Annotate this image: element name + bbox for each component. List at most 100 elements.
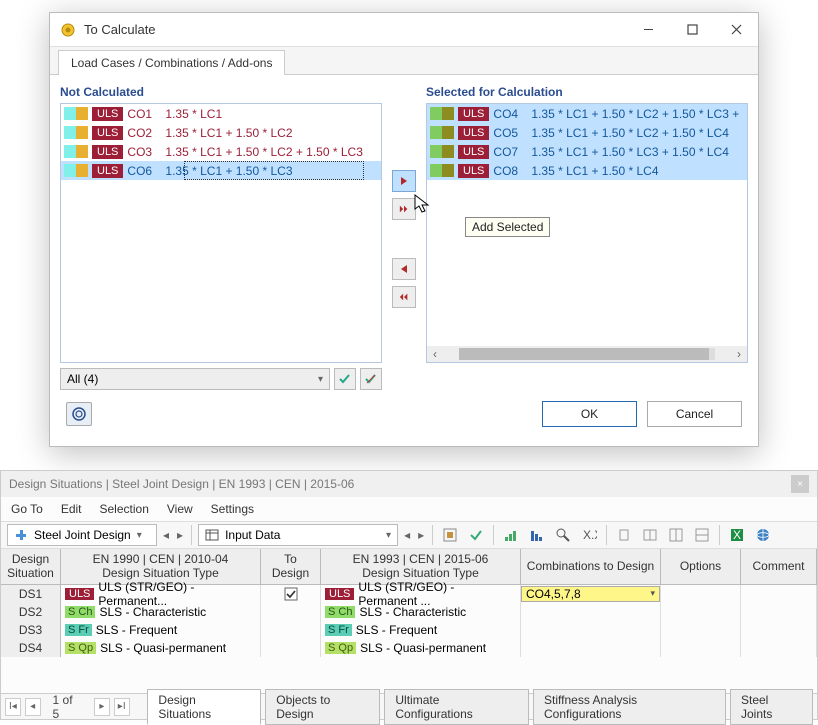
cell-options[interactable]	[661, 621, 741, 639]
menu-settings[interactable]: Settings	[211, 502, 254, 516]
list-item[interactable]: ULS CO8 1.35 * LC1 + 1.50 * LC4	[427, 161, 747, 180]
cell-options[interactable]	[661, 639, 741, 657]
color-chip-icon	[76, 164, 88, 177]
cell-dst2[interactable]: S ChSLS - Characteristic	[321, 603, 521, 621]
design-type-dropdown[interactable]: Steel Joint Design ▾	[7, 524, 157, 546]
tab-stiffness-configurations[interactable]: Stiffness Analysis Configurations	[533, 689, 726, 725]
select-inverse-button[interactable]	[360, 368, 382, 390]
cell-combinations[interactable]: CO4,5,7,8▾	[521, 585, 661, 603]
cell-dst1[interactable]: S ChSLS - Characteristic	[61, 603, 261, 621]
list-item[interactable]: ULS CO5 1.35 * LC1 + 1.50 * LC2 + 1.50 *…	[427, 123, 747, 142]
tool-button[interactable]	[465, 524, 487, 546]
select-all-button[interactable]	[334, 368, 356, 390]
horizontal-scrollbar[interactable]: ‹ ›	[427, 346, 747, 362]
cell-to-design[interactable]	[261, 585, 321, 603]
cell-dst1[interactable]: ULSULS (STR/GEO) - Permanent...	[61, 585, 261, 603]
help-button[interactable]	[66, 402, 92, 426]
scrollbar-thumb[interactable]	[459, 348, 709, 360]
list-item[interactable]: ULS CO6 1.35 * LC1 + 1.50 * LC3	[61, 161, 381, 180]
scroll-left-icon[interactable]: ‹	[427, 347, 443, 361]
close-button[interactable]	[714, 13, 758, 47]
cell-comment[interactable]	[741, 603, 817, 621]
nav-prev-icon[interactable]: ◂	[161, 528, 171, 542]
cell-dst2[interactable]: S FrSLS - Frequent	[321, 621, 521, 639]
tool-button[interactable]: X.XX	[578, 524, 600, 546]
nav-prev-icon[interactable]: ◂	[402, 528, 412, 542]
remove-selected-button[interactable]	[392, 258, 416, 280]
page-indicator: 1 of 5	[53, 693, 83, 721]
menu-goto[interactable]: Go To	[11, 502, 43, 516]
web-button[interactable]	[752, 524, 774, 546]
cell-combinations[interactable]	[521, 639, 661, 657]
table-row[interactable]: DS3 S FrSLS - Frequent S FrSLS - Frequen…	[1, 621, 817, 639]
table-row[interactable]: DS2 S ChSLS - Characteristic S ChSLS - C…	[1, 603, 817, 621]
table-row[interactable]: DS4 S QpSLS - Quasi-permanent S QpSLS - …	[1, 639, 817, 657]
cell-options[interactable]	[661, 585, 741, 603]
tool-button[interactable]	[639, 524, 661, 546]
nav-prev-button[interactable]: ◂	[25, 698, 41, 716]
cell-to-design[interactable]	[261, 639, 321, 657]
tab-objects-to-design[interactable]: Objects to Design	[265, 689, 380, 725]
col-header-comment[interactable]: Comment	[741, 549, 817, 584]
remove-all-button[interactable]	[392, 286, 416, 308]
minimize-button[interactable]	[626, 13, 670, 47]
nav-next-button[interactable]: ▸	[94, 698, 110, 716]
tool-button[interactable]	[439, 524, 461, 546]
scroll-right-icon[interactable]: ›	[731, 347, 747, 361]
cancel-button[interactable]: Cancel	[647, 401, 742, 427]
nav-last-button[interactable]: ▸I	[114, 698, 130, 716]
color-chip-icon	[64, 164, 76, 177]
input-data-dropdown[interactable]: Input Data ▾	[198, 524, 398, 546]
list-item[interactable]: ULS CO2 1.35 * LC1 + 1.50 * LC2	[61, 123, 381, 142]
tab-design-situations[interactable]: Design Situations	[147, 689, 261, 725]
col-header-ds[interactable]: Design Situation	[1, 549, 61, 584]
table-row[interactable]: DS1 ULSULS (STR/GEO) - Permanent... ULSU…	[1, 585, 817, 603]
list-item[interactable]: ULS CO1 1.35 * LC1	[61, 104, 381, 123]
tool-button[interactable]	[500, 524, 522, 546]
close-icon[interactable]: ×	[791, 475, 809, 493]
col-header-dst1[interactable]: EN 1990 | CEN | 2010-04 Design Situation…	[61, 549, 261, 584]
combination-desc: 1.35 * LC1 + 1.50 * LC2 + 1.50 * LC3 +	[531, 107, 739, 121]
tool-button[interactable]	[691, 524, 713, 546]
export-excel-button[interactable]: X	[726, 524, 748, 546]
list-item[interactable]: ULS CO3 1.35 * LC1 + 1.50 * LC2 + 1.50 *…	[61, 142, 381, 161]
tool-button[interactable]	[552, 524, 574, 546]
nav-first-button[interactable]: I◂	[5, 698, 21, 716]
cell-comment[interactable]	[741, 585, 817, 603]
tool-button[interactable]	[526, 524, 548, 546]
menu-view[interactable]: View	[167, 502, 193, 516]
cell-to-design[interactable]	[261, 621, 321, 639]
tool-button[interactable]	[613, 524, 635, 546]
col-header-combinations[interactable]: Combinations to Design	[521, 549, 661, 584]
tab-steel-joints[interactable]: Steel Joints	[730, 689, 813, 725]
cell-dst2[interactable]: S QpSLS - Quasi-permanent	[321, 639, 521, 657]
menu-edit[interactable]: Edit	[61, 502, 82, 516]
cell-dst2[interactable]: ULSULS (STR/GEO) - Permanent ...	[321, 585, 521, 603]
maximize-button[interactable]	[670, 13, 714, 47]
col-header-to-design[interactable]: To Design	[261, 549, 321, 584]
ok-button[interactable]: OK	[542, 401, 637, 427]
cell-comment[interactable]	[741, 621, 817, 639]
not-calculated-list[interactable]: ULS CO1 1.35 * LC1 ULS CO2 1.35 * LC1 + …	[60, 103, 382, 363]
cell-to-design[interactable]	[261, 603, 321, 621]
list-item[interactable]: ULS CO7 1.35 * LC1 + 1.50 * LC3 + 1.50 *…	[427, 142, 747, 161]
combination-desc: 1.35 * LC1 + 1.50 * LC3 + 1.50 * LC4	[531, 145, 728, 159]
tool-button[interactable]	[665, 524, 687, 546]
col-header-dst2[interactable]: EN 1993 | CEN | 2015-06 Design Situation…	[321, 549, 521, 584]
list-item[interactable]: ULS CO4 1.35 * LC1 + 1.50 * LC2 + 1.50 *…	[427, 104, 747, 123]
tab-ultimate-configurations[interactable]: Ultimate Configurations	[384, 689, 529, 725]
col-header-options[interactable]: Options	[661, 549, 741, 584]
cell-comment[interactable]	[741, 639, 817, 657]
cell-dst1[interactable]: S QpSLS - Quasi-permanent	[61, 639, 261, 657]
cell-dst1[interactable]: S FrSLS - Frequent	[61, 621, 261, 639]
nav-next-icon[interactable]: ▸	[175, 528, 185, 542]
menu-selection[interactable]: Selection	[100, 502, 149, 516]
filter-dropdown[interactable]: All (4) ▾	[60, 368, 330, 390]
cell-options[interactable]	[661, 603, 741, 621]
cell-combinations[interactable]	[521, 621, 661, 639]
tab-load-cases[interactable]: Load Cases / Combinations / Add-ons	[58, 50, 285, 75]
nav-next-icon[interactable]: ▸	[416, 528, 426, 542]
add-all-button[interactable]	[392, 198, 416, 220]
cell-combinations[interactable]	[521, 603, 661, 621]
add-selected-button[interactable]	[392, 170, 416, 192]
